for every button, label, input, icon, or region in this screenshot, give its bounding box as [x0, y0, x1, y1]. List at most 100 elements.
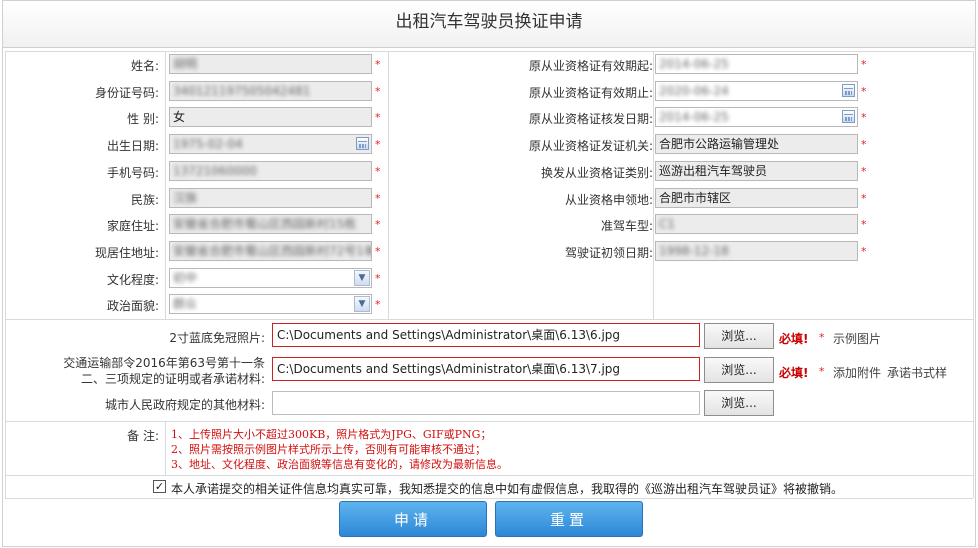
left_fields-input[interactable]: 安徽省合肥市蜀山区西园新村72号1单 [169, 240, 372, 261]
remark-line-1: 1、上传照片大小不超过300KB，照片格式为JPG、GIF或PNG； [171, 428, 492, 441]
right_fields-input[interactable]: 合肥市市辖区 [655, 187, 858, 208]
agreement-checkbox[interactable]: ✓ [153, 480, 166, 493]
grid-line [5, 319, 973, 320]
left_fields-value: 340121197505042481 [173, 83, 311, 98]
left_fields-value: 13721060000 [173, 163, 257, 178]
left_fields-label: 现居住地址: [94, 245, 159, 260]
left_fields-value: 汉族 [173, 190, 198, 205]
right_fields-value: 2020-06-24 [659, 83, 729, 98]
proof-browse-button[interactable]: 浏览... [704, 357, 774, 383]
required-star: * [861, 58, 867, 71]
right_fields-input[interactable]: 2014-06-25 [655, 107, 858, 128]
right_fields-value: C1 [659, 217, 676, 232]
required-star: * [819, 365, 825, 378]
right_fields-label: 准驾车型: [600, 219, 653, 234]
left_fields-value: 1975-02-04 [173, 137, 243, 152]
left_fields-value: 胡明 [173, 57, 198, 71]
left_fields-input[interactable]: 安徽省合肥市蜀山区西园新村15栋 [169, 214, 372, 235]
right_fields-input[interactable]: C1 [655, 214, 858, 235]
calendar-icon[interactable] [842, 110, 855, 124]
proof-upload-label-line1: 交通运输部令2016年第63号第十一条 [63, 356, 265, 370]
calendar-icon[interactable] [842, 83, 855, 97]
required-star: * [375, 84, 381, 98]
right_fields-input[interactable]: 合肥市公路运输管理处 [655, 134, 858, 155]
left_fields-input[interactable]: 340121197505042481 [169, 80, 372, 101]
required-star: * [375, 191, 381, 205]
left_fields-label: 身份证号码: [94, 85, 159, 100]
left_fields-value: 安徽省合肥市蜀山区西园新村72号1单 [173, 243, 372, 258]
left_fields-value: 女 [173, 110, 186, 125]
grid-line [5, 51, 973, 52]
left_fields-input[interactable]: 群众 ▼ [169, 294, 372, 315]
right_fields-value: 2014-06-25 [659, 57, 729, 71]
required-star: * [375, 298, 381, 312]
photo-file-input[interactable]: C:\Documents and Settings\Administrator\… [272, 323, 700, 347]
right_fields-label: 原从业资格证发证机关: [528, 139, 653, 154]
left_fields-input[interactable]: 1975-02-04 [169, 134, 372, 155]
right_fields-input[interactable]: 2014-06-25 [655, 54, 858, 74]
reset-button[interactable]: 重置 [495, 501, 643, 537]
required-star: * [861, 191, 867, 205]
grid-line [973, 51, 974, 498]
photo-upload-label: 2寸蓝底免冠照片: [169, 331, 265, 345]
remarks-label: 备 注: [127, 429, 159, 443]
required-star: * [375, 244, 381, 258]
right_fields-label: 换发从业资格证类别: [540, 165, 653, 180]
grid-line [165, 421, 166, 475]
right_fields-input[interactable]: 1998-12-18 [655, 240, 858, 261]
left_fields-input[interactable]: 汉族 [169, 187, 372, 208]
right_fields-label: 驾驶证初领日期: [564, 245, 653, 260]
left_fields-value: 初中 [173, 270, 198, 285]
add-attachment-link[interactable]: 添加附件 [833, 364, 881, 381]
left_fields-input[interactable]: 女 [169, 107, 372, 128]
left_fields-value: 安徽省合肥市蜀山区西园新村15栋 [173, 217, 357, 232]
sample-image-link[interactable]: 示例图片 [833, 330, 881, 347]
right_fields-label: 原从业资格证有效期起: [528, 59, 653, 73]
left_fields-input[interactable]: 胡明 [169, 54, 372, 74]
other-material-file-input[interactable] [272, 391, 700, 415]
grid-line [5, 498, 973, 499]
chevron-down-icon[interactable]: ▼ [354, 296, 370, 313]
right_fields-value: 合肥市市辖区 [659, 190, 732, 205]
calendar-icon[interactable] [356, 137, 369, 151]
page-title: 出租汽车驾驶员换证申请 [3, 1, 975, 48]
proof-required-note: 必填! [779, 366, 809, 380]
left_fields-value: 群众 [173, 297, 198, 312]
submit-button[interactable]: 申请 [339, 501, 487, 537]
required-star: * [861, 244, 867, 258]
photo-required-note: 必填! [779, 332, 809, 346]
proof-file-input[interactable]: C:\Documents and Settings\Administrator\… [272, 357, 700, 381]
left_fields-label: 手机号码: [106, 165, 159, 180]
required-star: * [375, 58, 381, 71]
required-star: * [375, 138, 381, 152]
commitment-sample-link[interactable]: 承诺书式样 [887, 364, 947, 381]
right_fields-input[interactable]: 巡游出租汽车驾驶员 [655, 160, 858, 181]
grid-line [388, 51, 389, 319]
grid-line [5, 51, 6, 498]
right_fields-label: 原从业资格证有效期止: [528, 85, 653, 100]
right_fields-input[interactable]: 2020-06-24 [655, 80, 858, 101]
grid-line [165, 51, 166, 319]
left_fields-label: 政治面貌: [106, 299, 159, 314]
grid-line [5, 421, 973, 422]
left_fields-input[interactable]: 13721060000 [169, 160, 372, 181]
right_fields-value: 2014-06-25 [659, 110, 729, 125]
grid-line [5, 475, 973, 476]
required-star: * [375, 218, 381, 232]
agreement-text: 本人承诺提交的相关证件信息均真实可靠，我知悉提交的信息中如有虚假信息，我取得的《… [171, 482, 844, 496]
required-star: * [861, 84, 867, 98]
chevron-down-icon[interactable]: ▼ [354, 269, 370, 286]
photo-browse-button[interactable]: 浏览... [704, 323, 774, 349]
left_fields-input[interactable]: 初中 ▼ [169, 267, 372, 288]
remark-line-3: 3、地址、文化程度、政治面貌等信息有变化的，请修改为最新信息。 [171, 458, 508, 471]
right_fields-value: 合肥市公路运输管理处 [659, 137, 780, 152]
required-star: * [375, 164, 381, 178]
required-star: * [861, 218, 867, 232]
other-material-browse-button[interactable]: 浏览... [704, 390, 774, 416]
required-star: * [375, 271, 381, 285]
proof-upload-label-line2: 二、三项规定的证明或者承诺材料: [80, 372, 265, 386]
left_fields-label: 出生日期: [106, 139, 159, 154]
left_fields-label: 姓名: [130, 59, 159, 73]
application-form: 出租汽车驾驶员换证申请 姓名: 胡明 * 身份证号码: 3401211975050424… [2, 0, 976, 547]
required-star: * [375, 111, 381, 125]
